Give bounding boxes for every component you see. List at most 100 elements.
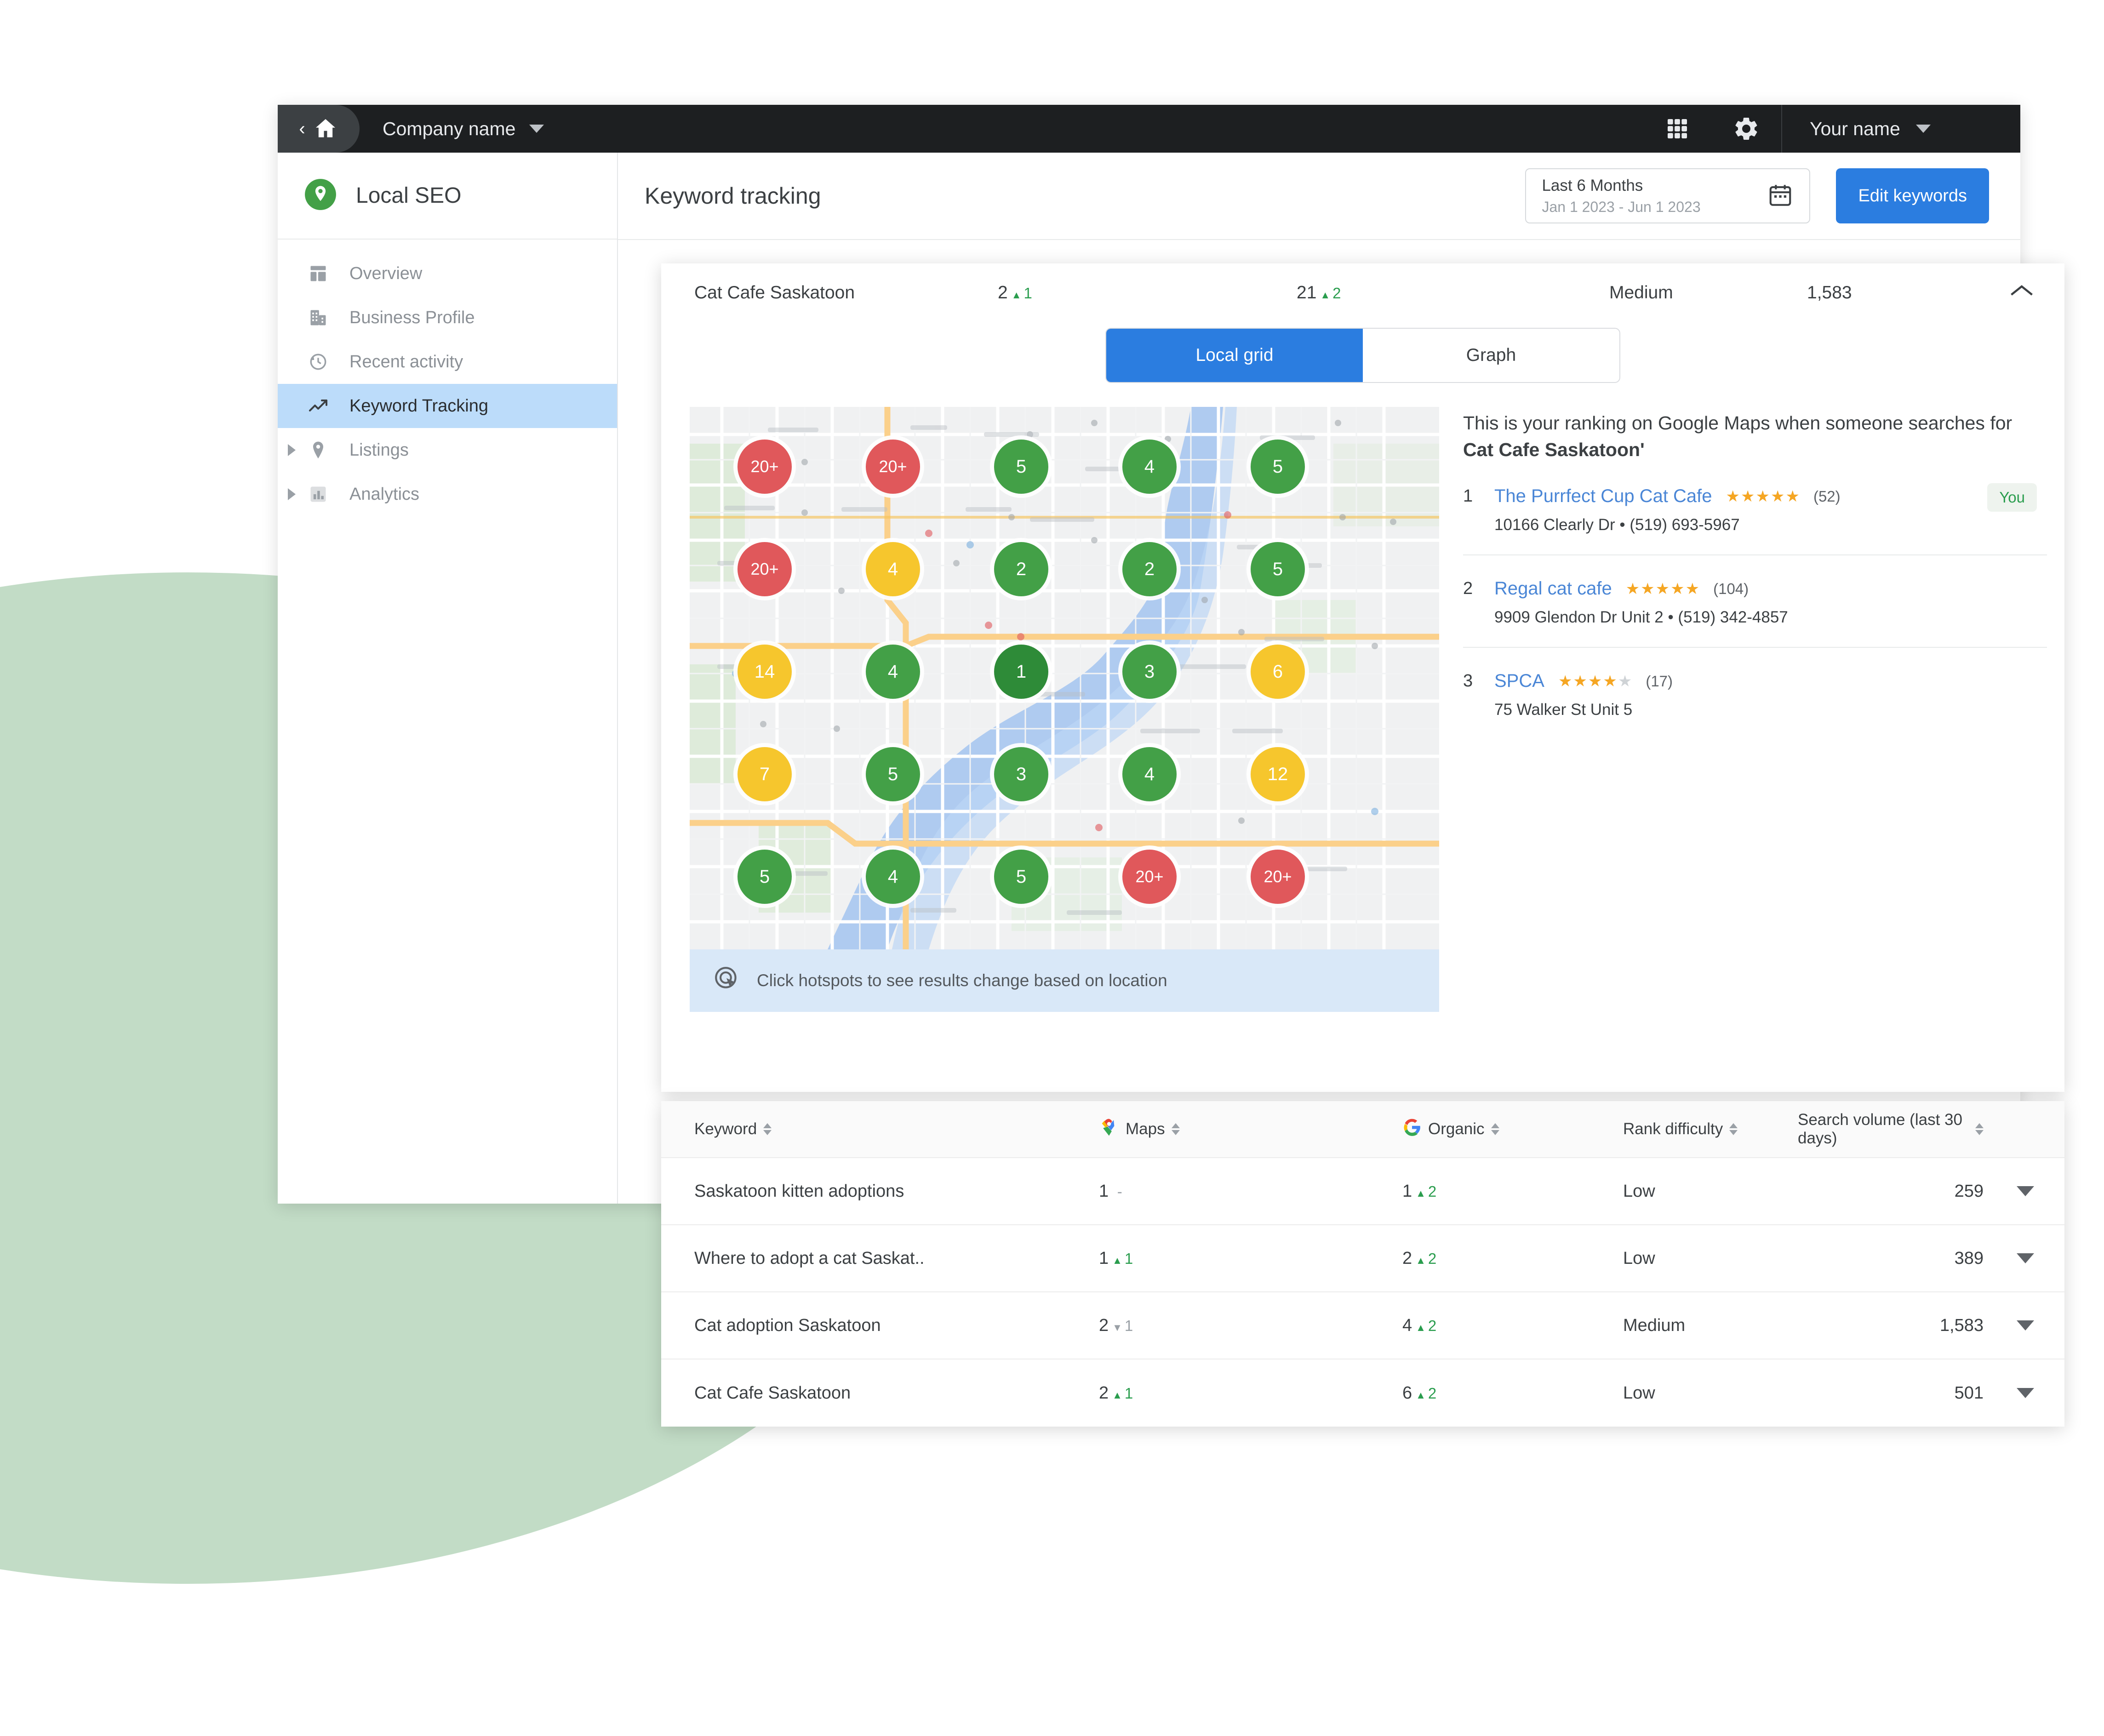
back-chevron-icon[interactable]: ‹	[299, 120, 305, 138]
sidebar-item-recent-activity[interactable]: Recent activity	[278, 340, 617, 384]
map-pin-icon	[305, 440, 331, 460]
maps-rank-delta: 1	[1012, 285, 1032, 302]
company-selector[interactable]: Company name	[383, 118, 544, 140]
grid-pin[interactable]: 20+	[866, 440, 920, 494]
sidebar-item-listings[interactable]: Listings	[278, 428, 617, 472]
column-header-maps[interactable]: Maps	[1099, 1117, 1402, 1142]
map-background	[690, 407, 1439, 949]
history-clock-icon	[305, 351, 331, 372]
grid-pin[interactable]: 4	[866, 850, 920, 904]
grid-pin[interactable]: 4	[1122, 440, 1177, 494]
row-rank-difficulty: Medium	[1623, 1315, 1686, 1335]
tab-graph[interactable]: Graph	[1363, 329, 1619, 382]
grid-pin[interactable]: 5	[1251, 542, 1305, 596]
column-header-rank-difficulty[interactable]: Rank difficulty	[1623, 1120, 1798, 1138]
sidebar-item-label: Overview	[349, 263, 423, 283]
grid-pin[interactable]: 6	[1251, 645, 1305, 699]
expanded-keyword-header-row[interactable]: Cat Cafe Saskatoon 21 212 Medium 1,583	[661, 263, 2064, 322]
row-expand-button[interactable]	[1984, 1388, 2034, 1398]
result-address: 75 Walker St Unit 5	[1494, 701, 1633, 719]
grid-pin[interactable]: 5	[1251, 440, 1305, 494]
column-header-organic[interactable]: Organic	[1402, 1118, 1623, 1141]
grid-pin[interactable]: 14	[738, 645, 792, 699]
grid-pin[interactable]: 4	[1122, 747, 1177, 801]
grid-pin[interactable]: 3	[994, 747, 1048, 801]
expanded-keyword-maps-rank: 21	[998, 283, 1297, 303]
maps-rank-value: 1	[1099, 1181, 1109, 1201]
row-expand-button[interactable]	[1984, 1253, 2034, 1263]
grid-pin[interactable]: 3	[1122, 645, 1177, 699]
result-address: 10166 Clearly Dr • (519) 693-5967	[1494, 516, 1740, 534]
result-business-name[interactable]: SPCA	[1494, 671, 1544, 691]
grid-pin[interactable]: 5	[866, 747, 920, 801]
result-business-name[interactable]: The Purrfect Cup Cat Cafe	[1494, 486, 1712, 507]
edit-keywords-button[interactable]: Edit keywords	[1836, 168, 1989, 223]
expand-triangle-icon[interactable]	[288, 444, 296, 456]
organic-rank-delta: 2	[1320, 285, 1341, 302]
chevron-down-icon	[2017, 1320, 2034, 1331]
gear-icon[interactable]	[1711, 105, 1781, 153]
date-range-label: Last 6 Months	[1542, 176, 1643, 194]
sidebar-item-label: Listings	[349, 440, 409, 460]
column-header-keyword[interactable]: Keyword	[694, 1120, 1099, 1138]
grid-pin[interactable]: 4	[866, 542, 920, 596]
grid-pin[interactable]: 12	[1251, 747, 1305, 801]
user-menu[interactable]: Your name	[1781, 105, 2020, 153]
building-icon	[305, 308, 331, 328]
sort-arrows-icon[interactable]	[1975, 1123, 1984, 1135]
row-expand-button[interactable]	[1984, 1186, 2034, 1196]
sort-arrows-icon[interactable]	[1171, 1123, 1180, 1135]
table-row[interactable]: Where to adopt a cat Saskat.. 11 22 Low …	[661, 1225, 2064, 1292]
sidebar-item-overview[interactable]: Overview	[278, 251, 617, 296]
chevron-up-icon[interactable]	[2009, 283, 2034, 303]
grid-pin[interactable]: 2	[994, 542, 1048, 596]
grid-pin[interactable]: 20+	[1122, 850, 1177, 904]
sort-arrows-icon[interactable]	[1491, 1123, 1499, 1135]
you-badge: You	[1987, 483, 2037, 512]
apps-grid-icon[interactable]	[1643, 105, 1711, 153]
page-title: Keyword tracking	[645, 183, 821, 209]
grid-pin[interactable]: 5	[994, 850, 1048, 904]
calendar-icon[interactable]	[1767, 182, 1794, 211]
chevron-down-icon	[529, 125, 544, 133]
row-search-volume: 1,583	[1939, 1315, 1984, 1335]
page-header-actions: Last 6 Months Jan 1 2023 - Jun 1 2023 Ed…	[1525, 168, 1989, 223]
table-row[interactable]: Saskatoon kitten adoptions 1 - 12 Low 25…	[661, 1158, 2064, 1225]
home-button[interactable]: ‹	[278, 105, 360, 153]
grid-pin[interactable]: 1	[994, 645, 1048, 699]
sort-arrows-icon[interactable]	[1729, 1123, 1738, 1135]
sidebar-item-business-profile[interactable]: Business Profile	[278, 296, 617, 340]
grid-pin[interactable]: 5	[994, 440, 1048, 494]
sidebar-item-keyword-tracking[interactable]: Keyword Tracking	[278, 384, 617, 428]
ranking-result-item: 2 Regal cat cafe ★★★★★ (104) 9909 Glendo…	[1463, 555, 2047, 648]
ranking-intro-keyword: Cat Cafe Saskatoon'	[1463, 439, 1645, 461]
tab-local-grid[interactable]: Local grid	[1106, 329, 1363, 382]
grid-pin[interactable]: 20+	[738, 440, 792, 494]
column-label: Rank difficulty	[1623, 1120, 1723, 1138]
grid-pin[interactable]: 2	[1122, 542, 1177, 596]
grid-pin[interactable]: 4	[866, 645, 920, 699]
date-range-picker[interactable]: Last 6 Months Jan 1 2023 - Jun 1 2023	[1525, 168, 1811, 223]
organic-rank-value: 1	[1402, 1181, 1412, 1201]
grid-pin[interactable]: 5	[738, 850, 792, 904]
result-business-name[interactable]: Regal cat cafe	[1494, 578, 1612, 599]
row-organic-rank: 62	[1402, 1383, 1623, 1403]
grid-pin[interactable]: 20+	[1251, 850, 1305, 904]
table-row[interactable]: Cat Cafe Saskatoon 21 62 Low 501	[661, 1359, 2064, 1427]
maps-rank-value: 2	[998, 283, 1008, 303]
organic-rank-delta: 2	[1416, 1385, 1436, 1402]
organic-rank-value: 2	[1402, 1248, 1412, 1268]
result-review-count: (52)	[1813, 487, 1841, 505]
column-header-search-volume[interactable]: Search volume (last 30 days)	[1798, 1111, 1984, 1148]
expand-triangle-icon[interactable]	[288, 488, 296, 500]
sidebar-item-analytics[interactable]: Analytics	[278, 472, 617, 516]
sort-arrows-icon[interactable]	[763, 1123, 772, 1135]
table-row[interactable]: Cat adoption Saskatoon 21 42 Medium 1,58…	[661, 1292, 2064, 1359]
grid-pin[interactable]: 7	[738, 747, 792, 801]
ranking-result-item: 1 The Purrfect Cup Cat Cafe ★★★★★ (52) 1…	[1463, 463, 2047, 556]
page-header: Keyword tracking Last 6 Months Jan 1 202…	[618, 153, 2020, 240]
grid-pin[interactable]: 20+	[738, 542, 792, 596]
top-navigation-bar: ‹ Company name Your name	[278, 105, 2020, 153]
row-expand-button[interactable]	[1984, 1320, 2034, 1331]
local-grid-map[interactable]: 20+ 20+ 5 4 5 20+ 4 2 2 5 14 4 1 3 6 7 5…	[690, 407, 1439, 949]
